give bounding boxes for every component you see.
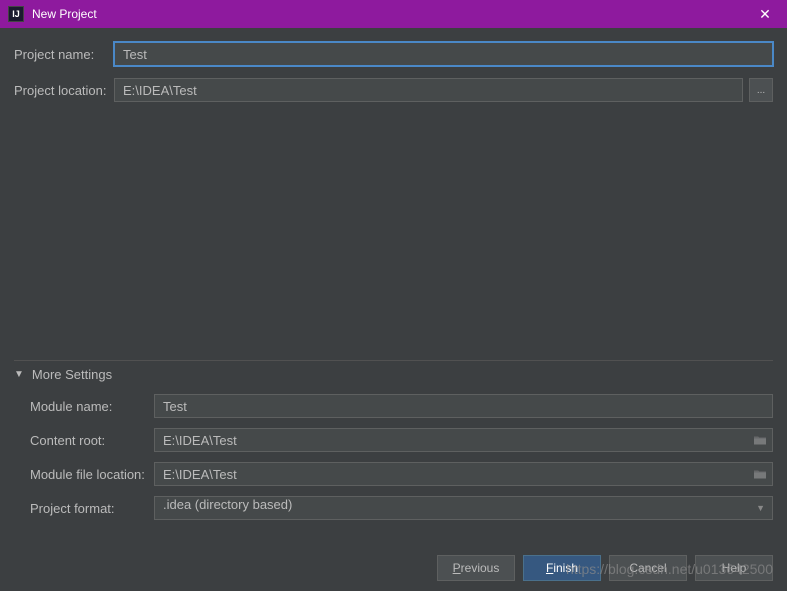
project-name-label: Project name: [14,47,114,62]
folder-icon[interactable] [753,469,767,480]
window-title: New Project [32,7,751,21]
more-settings-panel: Module name: Content root: Module file l… [14,394,773,520]
module-file-location-input[interactable] [154,462,773,486]
close-icon[interactable]: ✕ [751,0,779,28]
module-name-input[interactable] [154,394,773,418]
module-name-row: Module name: [30,394,773,418]
folder-icon[interactable] [753,435,767,446]
module-file-location-label: Module file location: [30,467,154,482]
cancel-button[interactable]: CancelCancel [609,555,687,581]
titlebar: IJ New Project ✕ [0,0,787,28]
content-root-row: Content root: [30,428,773,452]
app-icon: IJ [8,6,24,22]
project-location-input[interactable] [114,78,743,102]
project-location-label: Project location: [14,83,114,98]
more-settings-label: More Settings [32,367,112,382]
content-root-label: Content root: [30,433,154,448]
module-name-label: Module name: [30,399,154,414]
more-settings-toggle[interactable]: ▼ More Settings [14,360,773,388]
module-file-location-row: Module file location: [30,462,773,486]
project-format-select[interactable]: .idea (directory based) [154,496,773,520]
finish-button[interactable]: FinishFinish [523,555,601,581]
project-name-input[interactable] [114,42,773,66]
previous-button[interactable]: PPreviousrevious [437,555,515,581]
spacer [14,114,773,360]
project-name-row: Project name: [14,42,773,66]
project-location-row: Project location: ... [14,78,773,102]
project-format-row: Project format: .idea (directory based) … [30,496,773,520]
chevron-down-icon: ▼ [14,369,24,380]
help-button[interactable]: HelpHelp [695,555,773,581]
content-root-input[interactable] [154,428,773,452]
button-bar: PPreviousrevious FinishFinish CancelCanc… [437,555,773,581]
dialog-content: Project name: Project location: ... ▼ Mo… [0,28,787,520]
project-format-label: Project format: [30,501,154,516]
browse-location-button[interactable]: ... [749,78,773,102]
